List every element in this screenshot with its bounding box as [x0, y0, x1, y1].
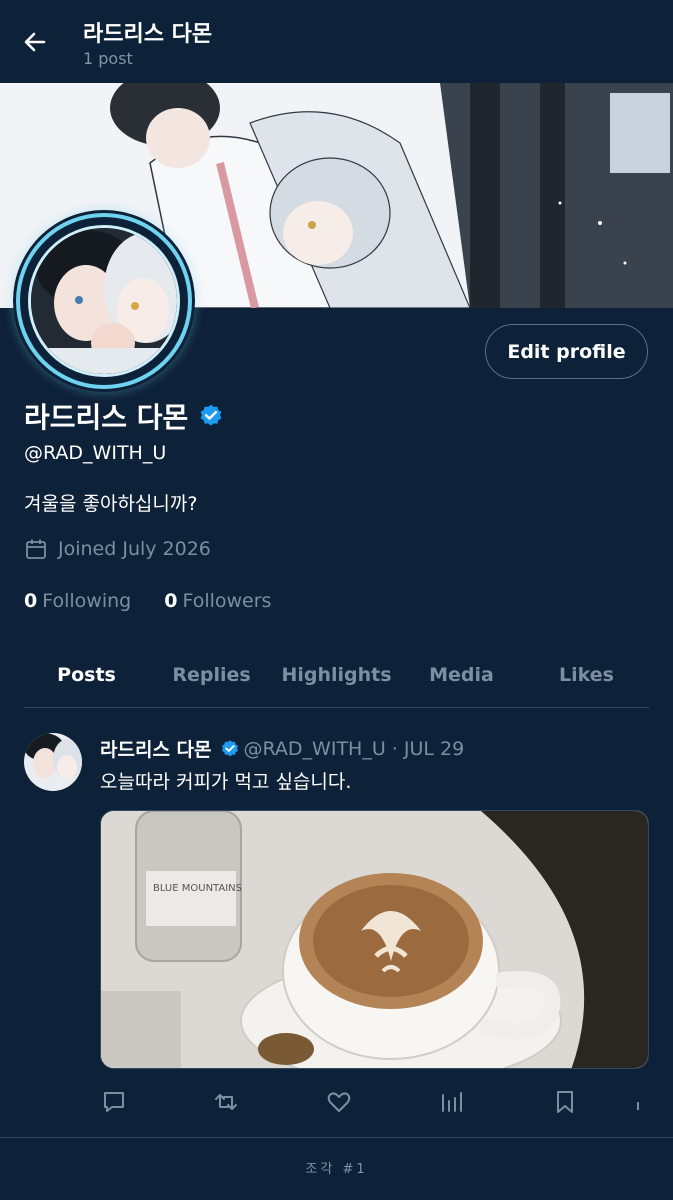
reply-icon[interactable]	[100, 1088, 128, 1116]
joined-date: Joined July 2026	[24, 537, 211, 561]
views-icon[interactable]	[438, 1088, 466, 1116]
bottle-label: BLUE MOUNTAINS	[153, 883, 242, 894]
verified-badge-icon[interactable]	[198, 403, 224, 429]
post-image[interactable]: BLUE MOUNTAINS	[100, 810, 649, 1069]
edit-profile-button[interactable]: Edit profile	[485, 324, 648, 379]
joined-text: Joined July 2026	[58, 538, 211, 560]
like-icon[interactable]	[325, 1088, 353, 1116]
post-author-name[interactable]: 라드리스 다몬	[100, 735, 212, 762]
calendar-icon	[26, 539, 46, 559]
arrow-left-icon[interactable]	[20, 27, 50, 57]
tab-likes[interactable]: Likes	[524, 648, 649, 707]
page-title: 라드리스 다몬	[83, 22, 213, 47]
tab-media[interactable]: Media	[399, 648, 524, 707]
tab-replies[interactable]: Replies	[149, 648, 274, 707]
post-avatar[interactable]	[24, 733, 82, 791]
footer-text: 조각 #1	[305, 1162, 368, 1177]
followers-link[interactable]: 0 Followers	[164, 590, 271, 612]
profile-tabs: Posts Replies Highlights Media Likes	[24, 648, 649, 708]
display-name: 라드리스 다몬	[24, 401, 189, 434]
post-text: 오늘따라 커피가 먹고 싶습니다.	[100, 771, 352, 793]
tab-posts[interactable]: Posts	[24, 648, 149, 707]
post-count: 1 post	[83, 49, 133, 68]
divider	[0, 1137, 673, 1138]
post-handle-date: @RAD_WITH_U · JUL 29	[243, 737, 465, 760]
avatar-image	[28, 225, 180, 377]
post-actions	[100, 1088, 650, 1118]
share-icon[interactable]	[637, 1102, 639, 1110]
profile-handle: @RAD_WITH_U	[24, 442, 167, 464]
top-bar: 라드리스 다몬 1 post	[0, 0, 673, 83]
verified-badge-icon	[221, 739, 238, 756]
followers-label: Followers	[182, 590, 272, 612]
following-label: Following	[42, 590, 132, 612]
tab-highlights[interactable]: Highlights	[274, 648, 399, 707]
avatar[interactable]	[16, 213, 192, 389]
repost-icon[interactable]	[212, 1088, 240, 1116]
following-link[interactable]: 0 Following	[24, 590, 131, 612]
profile-name-row: 라드리스 다몬	[24, 396, 224, 436]
follow-stats: 0 Following 0 Followers	[24, 590, 304, 612]
following-count: 0	[24, 590, 38, 612]
post-header: 라드리스 다몬 @RAD_WITH_U · JUL 29	[100, 735, 464, 762]
profile-bio: 겨울을 좋아하십니까?	[24, 493, 198, 515]
followers-count: 0	[164, 590, 178, 612]
bookmark-icon[interactable]	[551, 1088, 579, 1116]
